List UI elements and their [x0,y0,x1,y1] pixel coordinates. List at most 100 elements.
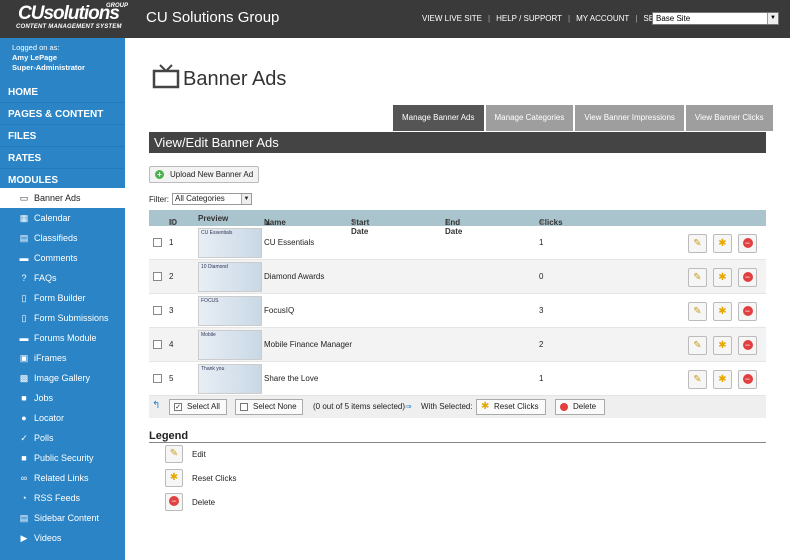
legend-label: Delete [192,498,216,507]
nav-form-builder[interactable]: ▯ Form Builder [0,288,125,308]
filter-row: Filter: All Categories ▼ [149,193,252,205]
help-support-link[interactable]: HELP / SUPPORT [490,14,568,23]
site-select[interactable]: Base Site ▼ [652,12,779,25]
banner-preview[interactable]: CU Essentials [198,228,262,258]
my-account-link[interactable]: MY ACCOUNT [570,14,635,23]
logo-subtitle: CONTENT MANAGEMENT SYSTEM [16,24,122,30]
nav-form-submissions[interactable]: ▯ Form Submissions [0,308,125,328]
nav-rss-feeds[interactable]: ◔ RSS Feeds [0,488,125,508]
row-checkbox[interactable] [153,306,162,315]
tab-manage-categories[interactable]: Manage Categories [485,105,574,131]
nav-calendar[interactable]: ▦ Calendar [0,208,125,228]
delete-button[interactable]: − [738,302,757,321]
nav-comments[interactable]: ▬ Comments [0,248,125,268]
legend-title: Legend [149,430,189,442]
nav-home[interactable]: HOME [0,82,125,103]
link-icon: ∞ [20,473,28,483]
chevron-down-icon[interactable]: ▼ [241,194,251,204]
banner-ads-grid: ID ⇕ Preview Name ▲ Start Date ⇕ End Dat… [149,210,766,418]
banner-preview[interactable]: FOCUS [198,296,262,326]
page-title: Banner Ads [183,68,287,90]
nav-iframes[interactable]: ▣ iFrames [0,348,125,368]
tab-view-banner-impressions[interactable]: View Banner Impressions [575,105,684,131]
asterisk-icon: ✱ [481,401,490,412]
view-live-site-link[interactable]: VIEW LIVE SITE [416,14,488,23]
select-none-label: Select None [253,402,297,411]
minus-circle-icon: − [742,306,753,317]
reset-clicks-button[interactable]: ✱ [713,336,732,355]
row-clicks: 1 [539,238,544,247]
reset-clicks-button[interactable]: ✱ [713,234,732,253]
nav-videos[interactable]: ▶ Videos [0,528,125,548]
banner-preview[interactable]: Mobile [198,330,262,360]
row-checkbox[interactable] [153,374,162,383]
reset-clicks-button[interactable]: ✱ [713,302,732,321]
grid-footer: ↰ ✓ Select All Select None (0 out of 5 it… [149,396,766,418]
row-name: Share the Love [264,374,319,383]
nav-forums-module[interactable]: ▬ Forums Module [0,328,125,348]
row-checkbox[interactable] [153,340,162,349]
tab-bar: Manage Banner Ads Manage Categories View… [393,105,775,131]
table-row: 1 CU Essentials CU Essentials 1 ✎ ✱ − [149,226,766,260]
row-id: 2 [169,272,174,281]
bulk-delete-button[interactable]: Delete [555,399,605,415]
delete-button[interactable]: − [738,370,757,389]
bulk-reset-clicks-button[interactable]: ✱ Reset Clicks [476,399,546,415]
upload-label: Upload New Banner Ad [170,170,254,179]
legend-label: Reset Clicks [192,474,237,483]
category-filter-select[interactable]: All Categories ▼ [172,193,252,205]
nav-label: Jobs [34,393,54,403]
row-checkbox[interactable] [153,238,162,247]
nav-banner-ads[interactable]: ▭ Banner Ads [0,188,125,208]
delete-button[interactable]: − [738,336,757,355]
nav-sidebar-content[interactable]: ▤ Sidebar Content [0,508,125,528]
nav-faqs[interactable]: ? FAQs [0,268,125,288]
nav-label: Classifieds [34,233,78,243]
reset-clicks-button[interactable]: ✱ [713,268,732,287]
filter-label: Filter: [149,194,169,204]
reset-clicks-button[interactable]: ✱ [713,370,732,389]
cu-solutions-logo[interactable]: CUsolutions GROUP CONTENT MANAGEMENT SYS… [12,3,128,33]
tab-manage-banner-ads[interactable]: Manage Banner Ads [393,105,484,131]
minus-circle-icon: − [742,238,753,249]
comment-icon: ▬ [19,253,29,263]
checkbox-checked-icon: ✓ [174,403,182,411]
banner-preview[interactable]: Thank you [198,364,262,394]
with-selected-label: With Selected: [421,402,473,411]
nav-public-security[interactable]: ■ Public Security [0,448,125,468]
nav-jobs[interactable]: ■ Jobs [0,388,125,408]
row-checkbox[interactable] [153,272,162,281]
chevron-down-icon[interactable]: ▼ [767,13,778,24]
edit-button[interactable]: ✎ [688,336,707,355]
banner-preview[interactable]: 10 Diamond [198,262,262,292]
nav-rates[interactable]: RATES [0,148,125,169]
edit-button[interactable]: ✎ [688,370,707,389]
top-bar: CUsolutions GROUP CONTENT MANAGEMENT SYS… [0,0,790,38]
rss-icon: ◔ [21,493,27,503]
forum-icon: ▬ [19,333,29,343]
edit-button[interactable]: ✎ [688,234,707,253]
nav-image-gallery[interactable]: ▩ Image Gallery [0,368,125,388]
nav-label: Banner Ads [34,193,81,203]
edit-button[interactable]: ✎ [688,302,707,321]
row-name: Diamond Awards [264,272,325,281]
select-all-button[interactable]: ✓ Select All [169,399,227,415]
tab-view-banner-clicks[interactable]: View Banner Clicks [685,105,773,131]
delete-button[interactable]: − [738,268,757,287]
nav-related-links[interactable]: ∞ Related Links [0,468,125,488]
nav-pages-content[interactable]: PAGES & CONTENT [0,104,125,125]
nav-classifieds[interactable]: ▤ Classifieds [0,228,125,248]
table-row: 3 FOCUS FocusIQ 3 ✎ ✱ − [149,294,766,328]
delete-button[interactable]: − [738,234,757,253]
nav-polls[interactable]: ✓ Polls [0,428,125,448]
select-none-button[interactable]: Select None [235,399,303,415]
minus-circle-icon: − [742,374,753,385]
checkmark-icon: ✓ [20,433,28,443]
select-all-label: Select All [187,402,220,411]
briefcase-icon: ■ [21,393,27,403]
nav-locator[interactable]: ● Locator [0,408,125,428]
pencil-icon: ✎ [693,340,702,351]
nav-files[interactable]: FILES [0,126,125,147]
upload-new-banner-ad-button[interactable]: + Upload New Banner Ad [149,166,259,183]
edit-button[interactable]: ✎ [688,268,707,287]
